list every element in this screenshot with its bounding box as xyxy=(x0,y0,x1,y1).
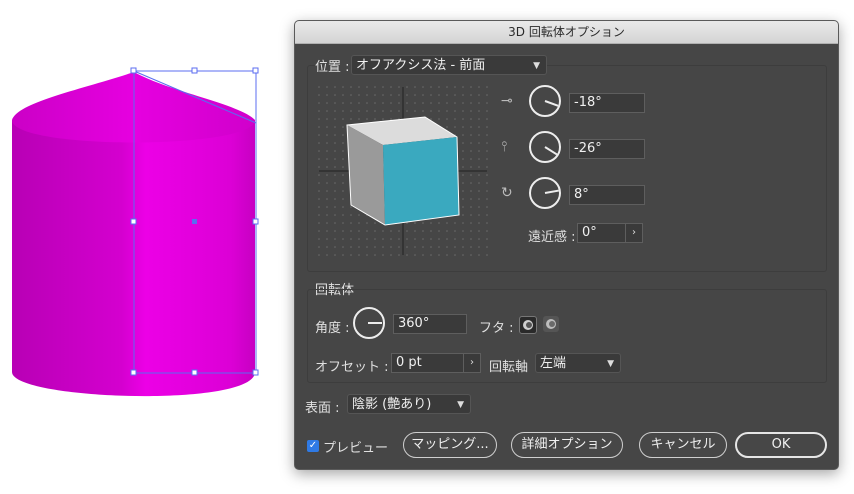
chevron-right-icon[interactable]: › xyxy=(463,354,480,372)
cancel-button[interactable]: キャンセル xyxy=(639,432,727,458)
perspective-value: 0° xyxy=(582,225,597,240)
rotation-y-dial[interactable] xyxy=(529,131,561,163)
mapping-button[interactable]: マッピング... xyxy=(403,432,497,458)
angle-dial[interactable] xyxy=(353,307,385,339)
offset-label: オフセット : xyxy=(315,360,389,375)
chevron-down-icon: ▼ xyxy=(607,359,614,369)
rotation-z-input[interactable]: 8° xyxy=(569,185,645,205)
angle-input[interactable]: 360° xyxy=(393,314,467,334)
axis-label: 回転軸 xyxy=(489,360,529,375)
cap-label: フタ : xyxy=(479,321,514,336)
chevron-down-icon: ▼ xyxy=(457,400,464,410)
more-options-button[interactable]: 詳細オプション xyxy=(511,432,623,458)
surface-select[interactable]: 陰影 (艶あり) ▼ xyxy=(347,394,471,414)
ok-button[interactable]: OK xyxy=(735,432,827,458)
perspective-input[interactable]: 0° › xyxy=(577,223,643,243)
axis-select[interactable]: 左端 ▼ xyxy=(535,353,621,373)
cap-off-button[interactable] xyxy=(543,316,559,332)
track-cube[interactable] xyxy=(317,85,489,257)
rotation-x-input[interactable]: -18° xyxy=(569,93,645,113)
dialog-title: 3D 回転体オプション xyxy=(295,21,838,44)
cap-on-button[interactable] xyxy=(519,316,537,334)
perspective-label: 遠近感 : xyxy=(528,230,576,245)
position-preset-value: オフアクシス法 - 前面 xyxy=(356,58,486,73)
rotate-x-axis-icon: ⊸ xyxy=(501,93,513,109)
rotation-y-input[interactable]: -26° xyxy=(569,139,645,159)
position-label: 位置 : xyxy=(315,56,353,75)
dial-hand xyxy=(368,322,382,324)
axis-value: 左端 xyxy=(540,356,567,371)
dial-hand xyxy=(544,100,559,107)
dial-hand xyxy=(544,189,559,194)
rotation-x-dial[interactable] xyxy=(529,85,561,117)
preview-checkbox[interactable]: ✓ xyxy=(307,440,319,452)
rotate-y-axis-icon: ⫯ xyxy=(501,139,508,155)
revolve-options-dialog: 3D 回転体オプション 位置 : オフアクシス法 - 前面 ▼ ⊸ -18° ⫯ xyxy=(294,20,839,470)
preview-label: プレビュー xyxy=(323,441,389,456)
surface-label: 表面 : xyxy=(305,401,340,416)
position-preset-select[interactable]: オフアクシス法 - 前面 ▼ xyxy=(351,55,547,75)
chevron-right-icon[interactable]: › xyxy=(625,224,642,242)
offset-input[interactable]: 0 pt › xyxy=(391,353,481,373)
angle-label: 角度 : xyxy=(315,321,350,336)
rotate-z-axis-icon: ↻ xyxy=(501,185,513,201)
artboard-canvas[interactable] xyxy=(0,0,300,490)
chevron-down-icon: ▼ xyxy=(533,61,540,71)
surface-value: 陰影 (艶あり) xyxy=(352,397,432,412)
rotation-z-dial[interactable] xyxy=(529,177,561,209)
revolved-cylinder-artwork[interactable] xyxy=(0,0,300,490)
dial-hand xyxy=(544,146,558,156)
offset-value: 0 pt xyxy=(396,355,422,370)
